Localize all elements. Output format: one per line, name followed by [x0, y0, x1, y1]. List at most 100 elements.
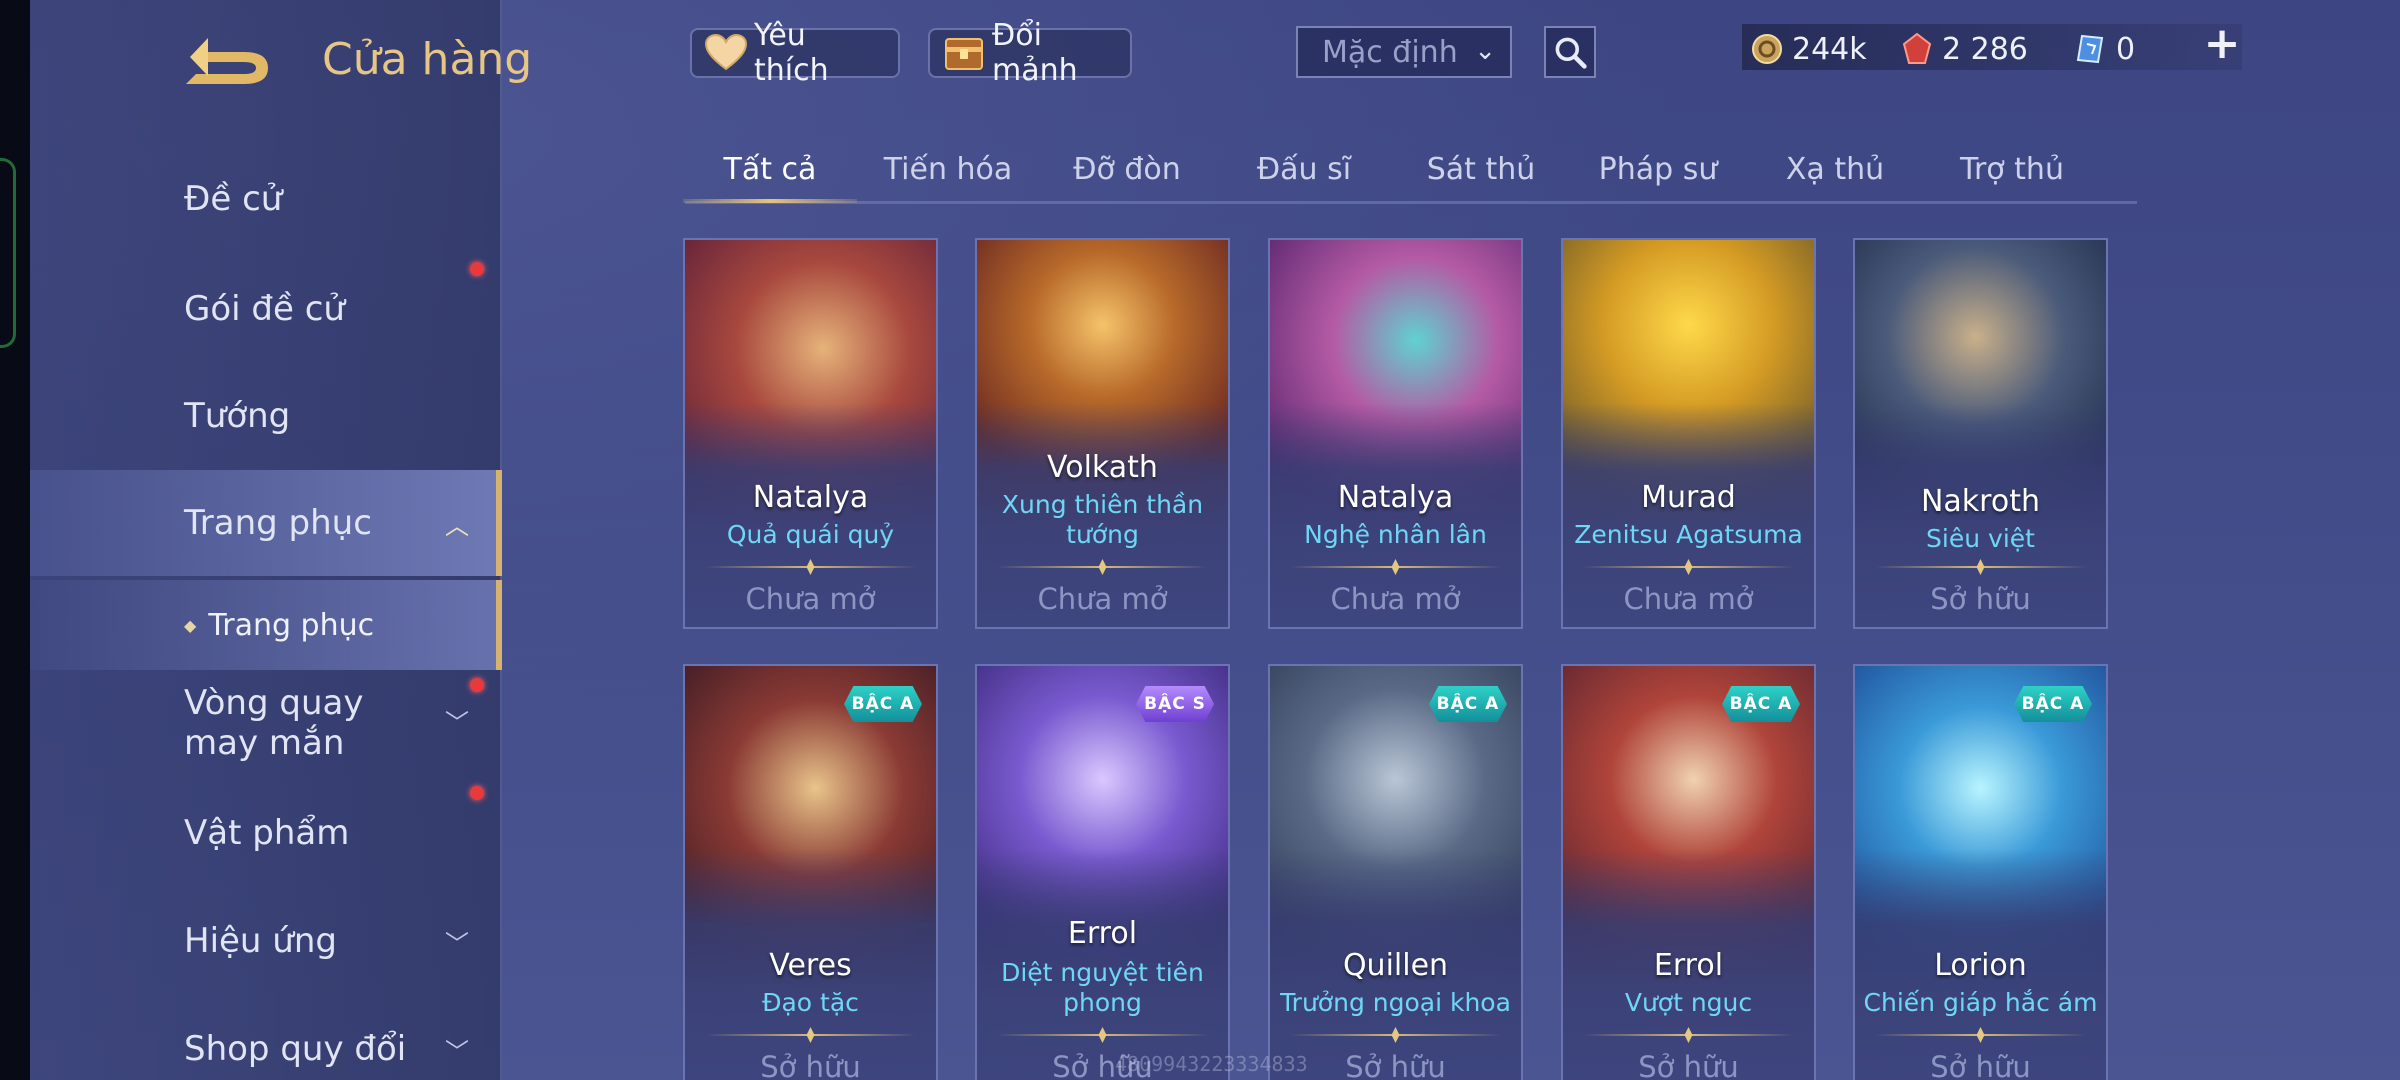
exchange-shards-button[interactable]: Đổi mảnh [928, 18, 1132, 88]
hero-name: Errol [1653, 948, 1724, 983]
back-arrow-icon[interactable] [182, 30, 282, 92]
skin-name: Trưởng ngoại khoa [1280, 988, 1511, 1017]
hero-name: Veres [769, 948, 852, 983]
skin-card[interactable]: BẬC A Veres Đạo tặc Sở hữu [683, 664, 938, 1080]
sort-value: Mặc định [1322, 34, 1458, 70]
card-divider [1875, 1027, 2086, 1043]
sidebar-item-items[interactable]: Vật phẩm [30, 780, 502, 886]
chest-icon [942, 33, 986, 73]
tab-mage[interactable]: Pháp sư [1573, 152, 1743, 187]
favorites-button[interactable]: Yêu thích [690, 18, 900, 88]
tier-badge: BẬC A [1429, 686, 1507, 722]
watermark: 4809943223334833 [1115, 1052, 1308, 1076]
hero-name: Quillen [1342, 948, 1449, 983]
chevron-up-icon: ︿ [445, 511, 469, 540]
heart-icon [704, 33, 748, 73]
card-divider [997, 1027, 1208, 1043]
hero-name: Nakroth [1920, 484, 2040, 519]
tab-marksman[interactable]: Xạ thủ [1750, 152, 1920, 187]
gold-coin-icon [1750, 32, 1784, 66]
hero-name: Natalya [752, 480, 869, 515]
chevron-down-icon: ﹀ [445, 929, 469, 958]
skin-card[interactable]: Natalya Quả quái quỷ Chưa mở [683, 238, 938, 629]
voucher-icon [2074, 32, 2108, 66]
skin-name: Vượt ngục [1624, 988, 1753, 1017]
chevron-down-icon: ﹀ [445, 1037, 469, 1066]
hero-name: Volkath [1047, 450, 1158, 485]
active-tab-underline [683, 199, 857, 203]
card-divider [705, 559, 916, 575]
card-divider [1290, 559, 1501, 575]
sidebar-item-label: Gói đề cử [184, 289, 345, 329]
sidebar-item-label: Tướng [184, 396, 291, 436]
ownership-status: Chưa mở [745, 582, 876, 616]
skin-card[interactable]: Volkath Xung thiên thần tướng Chưa mở [975, 238, 1230, 629]
tab-support[interactable]: Trợ thủ [1927, 152, 2097, 187]
gems-counter: 2 286 [1900, 27, 2028, 71]
tier-badge: BẬC A [844, 686, 922, 722]
voucher-amount: 0 [2116, 31, 2136, 67]
sidebar-item-label: Hiệu ứng [184, 921, 337, 961]
tab-assassin[interactable]: Sát thủ [1396, 152, 1566, 187]
skin-card[interactable]: Murad Zenitsu Agatsuma Chưa mở [1561, 238, 1816, 629]
card-divider [1290, 1027, 1501, 1043]
gold-counter: 244k [1750, 27, 1867, 71]
page-title: Cửa hàng [322, 34, 533, 85]
card-divider [705, 1027, 916, 1043]
ownership-status: Sở hữu [1638, 1050, 1739, 1080]
sidebar-item-exchange-shop[interactable]: Shop quy đổi ﹀ [30, 996, 502, 1080]
sidebar-item-lucky-spin[interactable]: Vòng quay may mắn ﹀ [30, 670, 469, 776]
sidebar-item-recommended-packs[interactable]: Gói đề cử [30, 256, 502, 362]
edge-handle [0, 158, 16, 348]
skin-card[interactable]: BẬC A Lorion Chiến giáp hắc ám Sở hữu [1853, 664, 2108, 1080]
sidebar-item-skins[interactable]: Trang phục ︿ [30, 470, 502, 576]
tab-tank[interactable]: Đỡ đòn [1042, 152, 1212, 187]
ownership-status: Sở hữu [760, 1050, 861, 1080]
favorites-label: Yêu thích [754, 18, 829, 88]
tab-all[interactable]: Tất cả [685, 152, 855, 187]
category-tabs: Tất cả Tiến hóa Đỡ đòn Đấu sĩ Sát thủ Ph… [683, 140, 2137, 204]
card-divider [1583, 1027, 1794, 1043]
ownership-status: Sở hữu [1930, 1050, 2031, 1080]
search-icon [1555, 37, 1587, 69]
tab-fighter[interactable]: Đấu sĩ [1219, 152, 1389, 187]
sidebar-item-recommended[interactable]: Đề cử [30, 146, 502, 252]
search-button[interactable] [1544, 26, 1596, 78]
sidebar-item-heroes[interactable]: Tướng [30, 363, 502, 469]
skin-name: Zenitsu Agatsuma [1574, 520, 1803, 549]
ownership-status: Chưa mở [1330, 582, 1461, 616]
skin-card[interactable]: BẬC S Errol Diệt nguyệt tiên phong Sở hữ… [975, 664, 1230, 1080]
card-divider [997, 559, 1208, 575]
notification-dot [470, 262, 484, 276]
sidebar-item-effects[interactable]: Hiệu ứng ﹀ [30, 888, 502, 994]
skin-card[interactable]: BẬC A Errol Vượt ngục Sở hữu [1561, 664, 1816, 1080]
card-divider [1583, 559, 1794, 575]
sidebar-item-label: Vật phẩm [184, 813, 350, 853]
hero-name: Lorion [1934, 948, 2027, 983]
ownership-status: Sở hữu [1930, 582, 2031, 616]
notification-dot [470, 678, 484, 692]
sidebar-item-label: Đề cử [184, 179, 283, 219]
sidebar-item-label: Vòng quay may mắn [184, 683, 364, 763]
skin-name: Xung thiên thần tướng [1001, 490, 1204, 549]
tab-evolution[interactable]: Tiến hóa [863, 152, 1033, 187]
skin-card[interactable]: BẬC A Quillen Trưởng ngoại khoa Sở hữu [1268, 664, 1523, 1080]
tier-badge: BẬC A [2014, 686, 2092, 722]
skin-card[interactable]: Nakroth Siêu việt Sở hữu [1853, 238, 2108, 629]
tier-badge: BẬC A [1722, 686, 1800, 722]
red-gem-icon [1900, 32, 1934, 66]
skin-name: Chiến giáp hắc ám [1863, 988, 2098, 1017]
skin-card[interactable]: Natalya Nghệ nhân lân Chưa mở [1268, 238, 1523, 629]
add-currency-button[interactable]: + [2200, 22, 2244, 68]
ownership-status: Chưa mở [1037, 582, 1168, 616]
chevron-down-icon: ﹀ [445, 709, 469, 737]
notification-dot [470, 786, 484, 800]
hero-name: Murad [1641, 480, 1736, 515]
skin-name: Đạo tặc [762, 988, 859, 1017]
submenu-item-skins[interactable]: ◆ Trang phục [30, 580, 502, 670]
sidebar-item-label: Shop quy đổi [184, 1029, 407, 1069]
sort-dropdown[interactable]: Mặc định ⌄ [1296, 26, 1512, 78]
screen-edge [0, 0, 30, 1080]
gold-amount: 244k [1792, 31, 1867, 67]
ownership-status: Chưa mở [1623, 582, 1754, 616]
